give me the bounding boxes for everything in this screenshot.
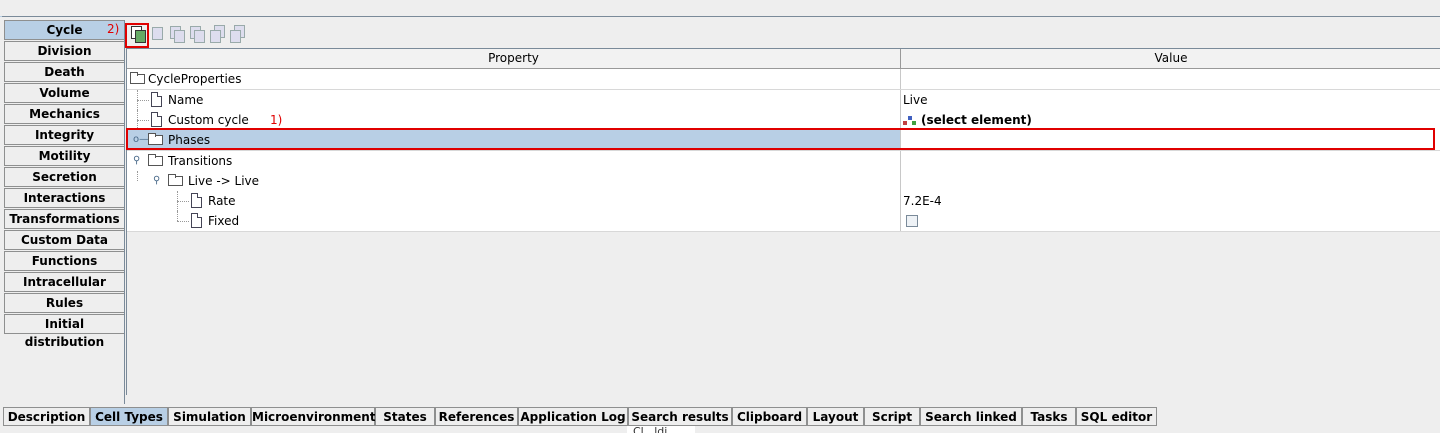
value-cell[interactable] [901,151,1440,171]
tab-functions[interactable]: Functions [4,251,124,271]
tab-mechanics[interactable]: Mechanics [4,104,124,124]
select-element-text: (select element) [921,113,1032,127]
tab-search-linked[interactable]: Search linked [920,407,1022,426]
tree-line [137,171,138,181]
tab-secretion[interactable]: Secretion [4,167,124,187]
property-cell: Fixed [127,211,901,231]
folder-icon [130,72,145,84]
value-cell[interactable]: 7.2E-4 [901,191,1440,211]
document-icon [191,213,202,228]
tab-transformations[interactable]: Transformations [4,209,124,229]
tab-motility[interactable]: Motility [4,146,124,166]
paste-element-icon-overlay [194,30,205,43]
tab-division[interactable]: Division [4,41,124,61]
tab-death[interactable]: Death [4,62,124,82]
property-cell: Name [127,90,901,110]
row-label: Name [168,93,204,107]
table-row[interactable]: Fixed [127,211,1440,232]
document-icon [151,112,162,127]
tab-states[interactable]: States [375,407,435,426]
table-row[interactable]: Name Live [127,90,1440,111]
tab-sql-editor[interactable]: SQL editor [1076,407,1157,426]
copy-element-icon-overlay [174,30,185,43]
property-cell: Rate [127,191,901,211]
row-label: Transitions [168,154,233,168]
document-icon [191,193,202,208]
tab-clipboard[interactable]: Clipboard [732,407,807,426]
tab-cell-types[interactable]: Cell Types [90,407,168,426]
tab-application-log[interactable]: Application Log [518,407,628,426]
remove-element-button[interactable] [148,24,166,42]
move-up-icon-overlay [210,30,221,43]
property-table: Property Value CycleProperties Name Live… [126,48,1440,395]
tab-intracellular[interactable]: Intracellular [4,272,124,292]
table-row[interactable]: CycleProperties [127,69,1440,90]
value-cell[interactable]: Live [901,90,1440,110]
property-cell: ⚲ Transitions [127,151,901,171]
window-top-bar [0,0,1440,17]
tab-simulation[interactable]: Simulation [168,407,251,426]
tab-volume[interactable]: Volume [4,83,124,103]
tab-description[interactable]: Description [3,407,90,426]
table-row[interactable]: ⚲ Live -> Live [127,171,1440,192]
folder-icon [148,154,163,166]
tree-line [177,221,189,222]
move-down-button[interactable] [228,24,246,43]
collapse-toggle-icon[interactable]: ⚲ [133,151,140,171]
tab-references[interactable]: References [435,407,518,426]
tab-layout[interactable]: Layout [807,407,864,426]
folder-icon [168,174,183,186]
move-up-button[interactable] [208,24,226,43]
tab-custom-data[interactable]: Custom Data [4,230,124,250]
value-cell[interactable] [901,171,1440,191]
remove-element-icon [152,27,163,40]
tab-rules[interactable]: Rules [4,293,124,313]
document-icon [151,92,162,107]
highlight-phases-row [126,128,1435,150]
property-cell: Custom cycle 1) [127,110,901,130]
value-cell [901,211,1440,231]
row-label: CycleProperties [148,72,242,86]
annotation-step-2: 2) [107,22,120,36]
value-cell[interactable]: (select element) [901,110,1440,130]
table-row[interactable]: Rate 7.2E-4 [127,191,1440,212]
tab-script[interactable]: Script [864,407,920,426]
select-element-icon [903,115,917,126]
tab-tasks[interactable]: Tasks [1022,407,1076,426]
tree-line [137,120,149,121]
row-label: Rate [208,194,236,208]
tab-cycle[interactable]: Cycle [4,20,124,40]
tab-initial-distribution[interactable]: Initial distribution [4,314,124,349]
highlight-add-button [125,23,149,48]
row-label: Live -> Live [188,174,260,188]
tab-integrity[interactable]: Integrity [4,125,124,145]
tab-microenvironment[interactable]: Microenvironment [251,407,376,426]
property-cell: ⚲ Live -> Live [127,171,901,191]
tree-line [137,100,149,101]
paste-element-button[interactable] [188,24,206,43]
copy-element-button[interactable] [168,24,186,43]
collapse-toggle-icon[interactable]: ⚲ [153,171,160,191]
left-tab-list: Cycle Division Death Volume Mechanics In… [4,20,125,404]
tooltip: Cl...ldi... [627,426,695,433]
property-column-header[interactable]: Property [127,49,901,68]
table-header: Property Value [127,49,1440,69]
move-down-icon-overlay [230,30,241,43]
property-cell: CycleProperties [127,69,901,89]
value-column-header[interactable]: Value [901,49,1440,68]
row-label: Custom cycle [168,113,249,127]
toolbar [126,22,1440,46]
tree-line [177,201,189,202]
row-label: Fixed [208,214,240,228]
table-row[interactable]: ⚲ Transitions [127,151,1440,172]
fixed-checkbox[interactable] [906,215,918,227]
tree-line [177,211,178,221]
tab-search-results[interactable]: Search results [628,407,732,426]
value-cell[interactable] [901,69,1440,89]
annotation-step-1: 1) [270,113,283,127]
tab-interactions[interactable]: Interactions [4,188,124,208]
